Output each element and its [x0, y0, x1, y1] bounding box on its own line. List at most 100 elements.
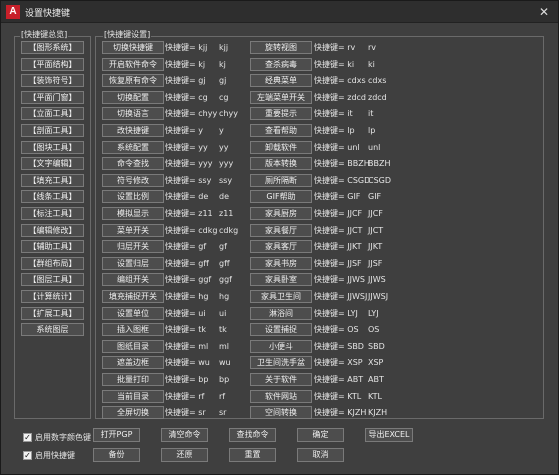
command-button[interactable]: 软件网站 — [250, 389, 312, 403]
command-button[interactable]: 厕所隔断 — [250, 173, 312, 187]
category-button[interactable]: 【平面门窗】 — [21, 90, 84, 104]
checkbox-box[interactable]: ✓ — [23, 433, 32, 442]
command-button[interactable]: 切换语言 — [102, 107, 164, 121]
category-button[interactable]: 【辅助工具】 — [21, 240, 84, 254]
shortcut-value: ggf — [219, 275, 232, 285]
command-button[interactable]: 卸载软件 — [250, 140, 312, 154]
shortcut-value: gj — [219, 76, 227, 86]
shortcut-value: cg — [219, 92, 229, 102]
command-button[interactable]: 家具书房 — [250, 256, 312, 270]
category-button[interactable]: 【装饰符号】 — [21, 74, 84, 88]
command-button[interactable]: 家具客厅 — [250, 240, 312, 254]
category-button[interactable]: 【计算统计】 — [21, 290, 84, 303]
command-button[interactable]: 关于软件 — [250, 373, 312, 386]
find-command-button[interactable]: 查找命令 — [229, 428, 276, 442]
command-button[interactable]: 版本转换 — [250, 157, 312, 171]
restore-button[interactable]: 还原 — [161, 448, 208, 462]
category-button[interactable]: 【文字编辑】 — [21, 157, 84, 171]
clear-commands-button[interactable]: 清空命令 — [161, 428, 208, 442]
command-button[interactable]: 空间转换 — [250, 406, 312, 420]
shortcut-value: tk — [219, 325, 227, 335]
ok-button[interactable]: 确定 — [297, 428, 344, 442]
shortcut-key-label: 快捷键= SBD — [314, 341, 364, 351]
category-button[interactable]: 【扩展工具】 — [21, 306, 84, 320]
command-button[interactable]: 改快捷键 — [102, 124, 164, 137]
command-button[interactable]: 旋转视图 — [250, 41, 312, 54]
command-button[interactable]: 切换快捷键 — [102, 41, 164, 54]
command-button[interactable]: 批量打印 — [102, 373, 164, 386]
command-button[interactable]: 设置归层 — [102, 256, 164, 270]
category-button[interactable]: 【立面工具】 — [21, 107, 84, 121]
command-button[interactable]: 设置比例 — [102, 190, 164, 204]
command-button[interactable]: 左端菜单开关 — [250, 90, 312, 104]
command-button[interactable]: 图纸目录 — [102, 339, 164, 353]
shortcut-value: LYJ — [368, 308, 379, 318]
command-button[interactable]: 模拟显示 — [102, 207, 164, 220]
category-button[interactable]: 系统图层 — [21, 323, 84, 337]
command-button[interactable]: 开启软件命令 — [102, 57, 164, 71]
shortcut-value: ABT — [368, 375, 384, 384]
command-button[interactable]: 家具厨房 — [250, 207, 312, 220]
command-button[interactable]: 设置捕捉 — [250, 323, 312, 337]
shortcut-key-label: 快捷键= XSP — [314, 358, 363, 368]
category-button[interactable]: 【编辑修改】 — [21, 223, 84, 237]
command-button[interactable]: 重要提示 — [250, 107, 312, 121]
command-button[interactable]: 淋浴间 — [250, 306, 312, 320]
command-button[interactable]: 经典菜单 — [250, 74, 312, 88]
shortcut-value: rf — [219, 391, 226, 401]
reset-button[interactable]: 重置 — [229, 448, 276, 462]
command-button[interactable]: 切换配置 — [102, 90, 164, 104]
shortcut-key-label: 快捷键= gff — [165, 258, 209, 268]
settings-group-label: [快捷键设置] — [103, 29, 152, 40]
title-bar[interactable]: A 设置快捷键 ✕ — [1, 1, 558, 23]
shortcut-value: CSGD — [368, 175, 392, 185]
command-button[interactable]: 查杀病毒 — [250, 57, 312, 71]
command-button[interactable]: 菜单开关 — [102, 223, 164, 237]
shortcut-key-label: 快捷键= wu — [165, 358, 210, 368]
category-button[interactable]: 【平面结构】 — [21, 57, 84, 71]
shortcut-value: sr — [219, 408, 227, 418]
category-button[interactable]: 【填充工具】 — [21, 173, 84, 187]
command-button[interactable]: 归层开关 — [102, 240, 164, 254]
command-button[interactable]: 遮盖边框 — [102, 356, 164, 370]
checkbox-box[interactable]: ✓ — [23, 451, 32, 460]
shortcut-key-label: 快捷键= gf — [165, 242, 207, 252]
window-title: 设置快捷键 — [25, 9, 71, 19]
command-button[interactable]: 当前目录 — [102, 389, 164, 403]
close-icon[interactable]: ✕ — [536, 4, 552, 20]
command-button[interactable]: 家具卫生间 — [250, 290, 312, 303]
category-button[interactable]: 【图形系统】 — [21, 41, 84, 54]
command-button[interactable]: 插入图框 — [102, 323, 164, 337]
backup-button[interactable]: 备份 — [93, 448, 140, 462]
shortcut-value: de — [219, 192, 229, 202]
command-button[interactable]: 全屏切换 — [102, 406, 164, 420]
open-pgp-button[interactable]: 打开PGP — [93, 428, 140, 442]
category-button[interactable]: 【群组布局】 — [21, 256, 84, 270]
shortcut-key-label: 快捷键= yy — [165, 142, 208, 152]
category-button[interactable]: 【线条工具】 — [21, 190, 84, 204]
command-button[interactable]: GIF帮助 — [250, 190, 312, 204]
shortcut-key-label: 快捷键= KJZH — [314, 408, 367, 418]
command-button[interactable]: 小便斗 — [250, 339, 312, 353]
command-button[interactable]: 卫生间洗手盆 — [250, 356, 312, 370]
command-button[interactable]: 家具卧室 — [250, 273, 312, 287]
export-excel-button[interactable]: 导出EXCEL — [365, 428, 413, 442]
shortcut-key-label: 快捷键= sr — [165, 408, 206, 418]
command-button[interactable]: 恢复原有命令 — [102, 74, 164, 88]
command-button[interactable]: 命令查找 — [102, 157, 164, 171]
command-button[interactable]: 查看帮助 — [250, 124, 312, 137]
command-button[interactable]: 填充捕捉开关 — [102, 290, 164, 303]
command-button[interactable]: 符号修改 — [102, 173, 164, 187]
category-button[interactable]: 【剖面工具】 — [21, 124, 84, 137]
category-button[interactable]: 【图块工具】 — [21, 140, 84, 154]
category-button[interactable]: 【标注工具】 — [21, 207, 84, 220]
command-button[interactable]: 编组开关 — [102, 273, 164, 287]
category-button[interactable]: 【图层工具】 — [21, 273, 84, 287]
command-button[interactable]: 家具餐厅 — [250, 223, 312, 237]
shortcut-key-label: 快捷键= lp — [314, 126, 355, 135]
shortcut-value: hg — [219, 292, 230, 301]
cancel-button[interactable]: 取消 — [297, 448, 344, 462]
command-button[interactable]: 系统配置 — [102, 140, 164, 154]
command-button[interactable]: 设置单位 — [102, 306, 164, 320]
shortcut-key-label: 快捷键= zdcd — [314, 92, 366, 102]
